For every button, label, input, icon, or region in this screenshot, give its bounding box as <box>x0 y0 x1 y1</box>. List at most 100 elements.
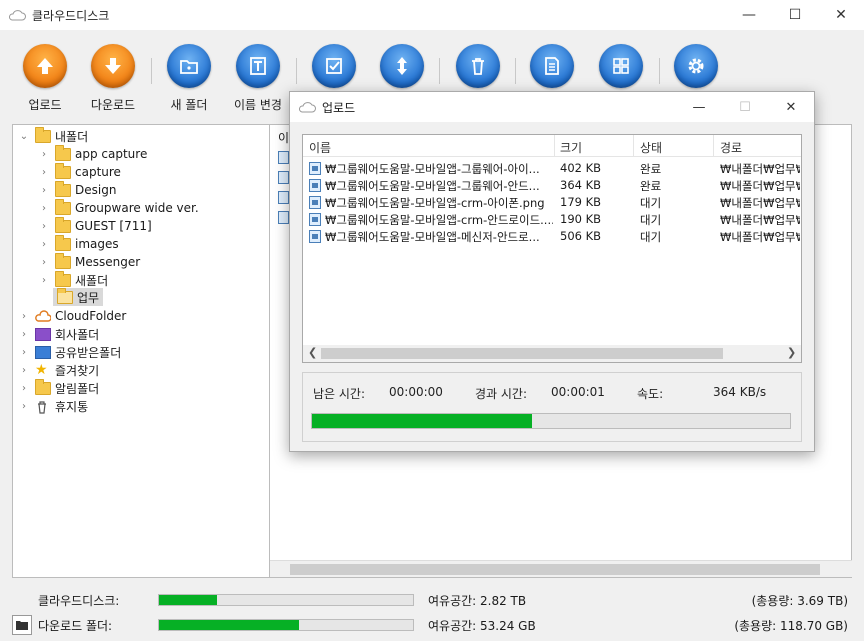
scroll-right-icon[interactable]: ❯ <box>787 346 796 359</box>
tree-item-work[interactable]: 업무 <box>53 287 104 306</box>
folder-tree[interactable]: ⌄ 내폴더 › app capture › capture › Design ›… <box>12 124 270 578</box>
close-button[interactable]: ✕ <box>818 0 864 30</box>
chevron-right-icon[interactable]: › <box>17 365 31 376</box>
view-button[interactable] <box>581 44 661 88</box>
chevron-down-icon[interactable]: ⌄ <box>17 131 31 142</box>
folder-icon <box>35 378 51 395</box>
list-row[interactable]: ₩그룹웨어도움말-모바일앱-메신저-안드로... 506 KB 대기 ₩내폴더₩… <box>303 228 801 245</box>
speed-value: 364 KB/s <box>713 385 767 399</box>
progress-fill <box>312 414 532 428</box>
new-folder-button[interactable]: 새 폴더 <box>149 44 229 113</box>
shared-folder-icon <box>35 345 51 359</box>
chevron-right-icon[interactable]: › <box>37 167 51 178</box>
dialog-title-bar: 업로드 — ☐ ✕ <box>290 92 814 122</box>
tree-item-label: 휴지통 <box>55 399 89 414</box>
properties-button[interactable] <box>512 44 592 88</box>
elapsed-time-value: 00:00:01 <box>551 385 605 399</box>
list-header: 이름 크기 상태 경로 <box>303 135 801 157</box>
tree-item-label: 내폴더 <box>55 129 89 144</box>
column-header-size[interactable]: 크기 <box>560 139 582 156</box>
upload-file-list[interactable]: 이름 크기 상태 경로 ₩그룹웨어도움말-모바일앱-그룹웨어-아이... 402… <box>302 134 802 363</box>
settings-button[interactable] <box>656 44 736 88</box>
file-path: ₩내폴더₩업무₩ <box>720 196 800 210</box>
dialog-minimize-button[interactable]: — <box>676 92 722 122</box>
scroll-left-icon[interactable]: ❮ <box>308 346 317 359</box>
cloud-usage-bar <box>158 594 414 606</box>
remaining-time-label: 남은 시간: <box>313 387 366 401</box>
horizontal-scrollbar[interactable] <box>270 560 852 577</box>
new-folder-label: 새 폴더 <box>170 98 208 112</box>
tree-item-root[interactable]: ⌄ 내폴더 <box>17 126 89 145</box>
chevron-right-icon[interactable]: › <box>37 239 51 250</box>
column-header-status[interactable]: 상태 <box>640 139 662 156</box>
minimize-button[interactable]: — <box>726 0 772 30</box>
upload-dialog: 업로드 — ☐ ✕ 이름 크기 상태 경로 ₩그룹웨어도움말-모바일앱-그룹웨어… <box>289 91 815 452</box>
maximize-button[interactable]: ☐ <box>772 0 818 30</box>
tree-item-favorites[interactable]: › ★ 즐겨찾기 <box>17 361 99 379</box>
updown-arrow-icon <box>380 44 424 88</box>
folder-icon <box>55 162 71 179</box>
gear-icon <box>674 44 718 88</box>
dialog-close-button[interactable]: ✕ <box>768 92 814 122</box>
cloud-folder-icon <box>35 309 52 323</box>
file-path: ₩내폴더₩업무₩ <box>720 230 800 244</box>
chevron-right-icon[interactable]: › <box>17 311 31 322</box>
list-row[interactable]: ₩그룹웨어도움말-모바일앱-그룹웨어-안드... 364 KB 완료 ₩내폴더₩… <box>303 177 801 194</box>
column-header-path[interactable]: 경로 <box>720 139 742 156</box>
cloud-icon <box>8 10 26 21</box>
cloud-free-space: 여유공간: 2.82 TB <box>428 594 527 608</box>
tree-item-guest[interactable]: › GUEST [711] <box>37 216 152 235</box>
chevron-right-icon[interactable]: › <box>17 329 31 340</box>
file-size: 506 KB <box>560 229 602 243</box>
rename-button[interactable]: 이름 변경 <box>218 44 298 113</box>
scrollbar-thumb[interactable] <box>290 564 820 575</box>
tree-item-company-folder[interactable]: › 회사폴더 <box>17 325 99 343</box>
list-row[interactable]: ₩그룹웨어도움말-모바일앱-crm-아이폰.png 179 KB 대기 ₩내폴더… <box>303 194 801 211</box>
chevron-right-icon[interactable]: › <box>37 275 51 286</box>
tree-item-cloudfolder[interactable]: › CloudFolder <box>17 307 126 325</box>
upload-progress-bar <box>311 413 791 429</box>
cloud-storage-label: 클라우드디스크: <box>38 594 120 608</box>
tree-item-messenger[interactable]: › Messenger <box>37 252 140 271</box>
tree-item-images[interactable]: › images <box>37 234 119 253</box>
folder-open-icon <box>57 287 73 304</box>
chevron-right-icon[interactable]: › <box>37 221 51 232</box>
list-horizontal-scrollbar[interactable]: ❮ ❯ <box>303 345 801 362</box>
tree-item-app-capture[interactable]: › app capture <box>37 144 147 163</box>
chevron-right-icon[interactable]: › <box>37 185 51 196</box>
list-row[interactable]: ₩그룹웨어도움말-모바일앱-그룹웨어-아이... 402 KB 완료 ₩내폴더₩… <box>303 160 801 177</box>
chevron-right-icon[interactable]: › <box>37 257 51 268</box>
tree-item-notify-folder[interactable]: › 알림폴더 <box>17 378 99 397</box>
tree-item-groupware[interactable]: › Groupware wide ver. <box>37 198 199 217</box>
tree-item-new-folder[interactable]: › 새폴더 <box>37 270 108 289</box>
tree-item-capture[interactable]: › capture <box>37 162 121 181</box>
tree-item-design[interactable]: › Design <box>37 180 116 199</box>
scrollbar-thumb[interactable] <box>321 348 723 359</box>
download-folder-button[interactable] <box>12 615 32 635</box>
download-folder-label: 다운로드 폴더: <box>38 619 113 633</box>
list-row[interactable]: ₩그룹웨어도움말-모바일앱-crm-안드로이드.... 190 KB 대기 ₩내… <box>303 211 801 228</box>
tree-item-shared-folder[interactable]: › 공유받은폴더 <box>17 343 121 361</box>
chevron-right-icon[interactable]: › <box>37 149 51 160</box>
company-folder-icon <box>35 327 51 341</box>
arrow-up-icon <box>23 44 67 88</box>
speed-label: 속도: <box>637 387 664 401</box>
checkbox-icon <box>312 44 356 88</box>
column-divider[interactable] <box>713 135 714 157</box>
column-header-name[interactable]: 이름 <box>309 139 331 156</box>
folder-icon <box>16 621 28 630</box>
tree-item-trash[interactable]: › 휴지통 <box>17 397 88 415</box>
tree-item-label: 공유받은폴더 <box>55 345 122 360</box>
file-size: 364 KB <box>560 178 602 192</box>
usage-fill <box>159 595 218 605</box>
download-button[interactable]: 다운로드 <box>73 44 153 113</box>
column-divider[interactable] <box>633 135 634 157</box>
chevron-right-icon[interactable]: › <box>17 383 31 394</box>
column-divider[interactable] <box>554 135 555 157</box>
delete-button[interactable] <box>438 44 518 88</box>
move-button[interactable] <box>362 44 442 88</box>
dialog-maximize-button: ☐ <box>739 99 751 115</box>
chevron-right-icon[interactable]: › <box>37 203 51 214</box>
chevron-right-icon[interactable]: › <box>17 347 31 358</box>
chevron-right-icon[interactable]: › <box>17 401 31 412</box>
